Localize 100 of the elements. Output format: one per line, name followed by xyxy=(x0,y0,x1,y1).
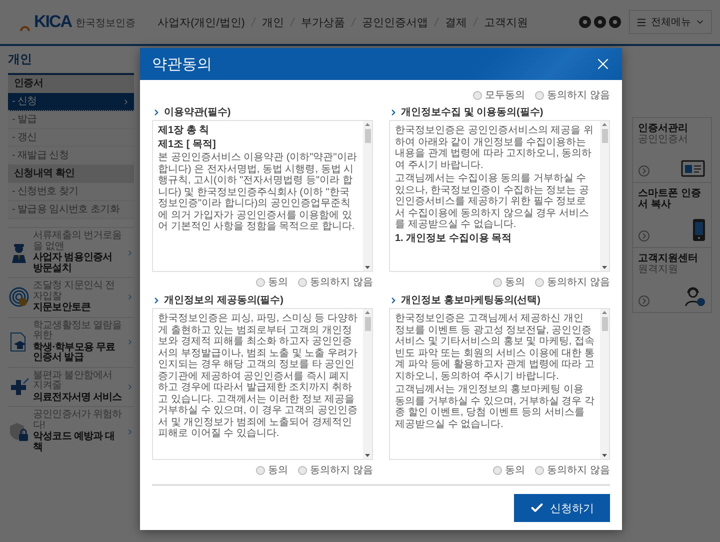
terms-text-box[interactable] xyxy=(389,120,610,272)
check-icon xyxy=(530,501,544,515)
section-title: 개인정보 홍보마케팅동의(선택) xyxy=(401,294,540,307)
quick-link-title: 스마트폰 인증서 복사 xyxy=(638,188,702,210)
promo-caption: 조달청 지문인식 전자입찰 xyxy=(33,281,116,302)
section-title: 이용약관(필수) xyxy=(164,106,231,119)
fingerprint-icon xyxy=(8,286,30,308)
scrollbar[interactable] xyxy=(600,309,609,459)
nav-link[interactable]: 고객지원 xyxy=(484,14,528,30)
promo-banner[interactable]: 불편과 불안함에서 지켜줄 의료전자서명 서비스 xyxy=(8,366,134,406)
all-menu-button[interactable]: 전체메뉴 xyxy=(629,10,712,34)
section-title: 개인정보의 제공동의(필수) xyxy=(164,294,284,307)
scrollbar-thumb[interactable] xyxy=(364,317,370,331)
scroll-up-icon[interactable] xyxy=(365,123,370,126)
sidebar-menu-item[interactable]: - 신청 xyxy=(8,93,134,111)
scroll-up-icon[interactable] xyxy=(602,123,607,126)
nav-link[interactable]: 사업자(개인/법인) xyxy=(158,14,245,30)
promo-banner[interactable]: 공인인증서가 위험하다! 악성코드 예방과 대책 xyxy=(8,406,134,456)
quick-link-card[interactable]: 스마트폰 인증서 복사 xyxy=(632,182,712,248)
scroll-down-icon[interactable] xyxy=(365,266,370,269)
chevron-right-icon xyxy=(152,108,161,116)
terms-paragraph: 본 공인인증서비스 이용약관 (이하"약관"이라 합니다) 은 전자서명법, 동법 시행령, 동법 시행규칙, 고시(이하 "전자서명법령 등"이라 합니다) 및 한국정보인증주식회사 (이하 "한국정보인증"이라 합니다)의 공인인증업무준칙에 의거 가입자가 공인인증서를 이용함에 있어 기본적인 사항을 정함을 목적으로 합니다. xyxy=(158,152,358,232)
radio-button[interactable] xyxy=(535,90,544,100)
promo-title: 사업자 범용인증서 방문설치 xyxy=(33,253,114,274)
medical-cross-icon xyxy=(8,376,30,398)
promo-banner[interactable]: 조달청 지문인식 전자입찰 지문보안토큰 xyxy=(8,277,134,316)
quick-link-subtitle: 원격지원 xyxy=(638,264,679,275)
terms-paragraph: 고객님께서는 개인정보의 홍보마케팅 이용 동의를 거부하실 수 있으며, 거부하실 경우 각종 할인 이벤트, 당첨 이벤트 등의 서비스를 제공받으실 수 없습니다. xyxy=(395,384,595,430)
scrollbar[interactable] xyxy=(363,309,372,459)
scrollbar-thumb[interactable] xyxy=(602,317,608,331)
nav-link[interactable]: 공인인증서앱 xyxy=(362,14,428,30)
radio-button[interactable] xyxy=(298,278,308,286)
radio-option[interactable]: 모두동의 xyxy=(473,88,526,102)
logo-name: 한국정보인증 xyxy=(76,17,136,31)
scroll-up-icon[interactable] xyxy=(602,311,607,314)
promo-caption: 서류제출의 번거로움을 없앤 xyxy=(33,231,123,252)
quick-link-subtitle: 공인인증서 xyxy=(638,134,689,145)
radio-option[interactable]: 동의하지 않음 xyxy=(298,463,373,477)
radio-option[interactable]: 동의 xyxy=(493,463,526,477)
nav-link[interactable]: 결제 xyxy=(444,14,467,30)
smartphone-icon xyxy=(692,218,706,242)
radio-option[interactable]: 동의 xyxy=(256,463,288,477)
radio-option[interactable]: 동의하지 않음 xyxy=(535,463,610,477)
scrollbar[interactable] xyxy=(600,121,609,271)
chevron-right-icon xyxy=(389,108,398,116)
promo-banner[interactable]: 서류제출의 번거로움을 없앤 사업자 범용인증서 방문설치 xyxy=(8,227,134,277)
chevron-right-icon xyxy=(126,338,134,346)
social-icon[interactable] xyxy=(609,16,621,28)
radio-button[interactable] xyxy=(473,90,482,100)
terms-paragraph: 한국정보인증은 고객님께서 제공하신 개인 정보를 이벤트 등 광고성 정보전달, 공인인증서비스 및 기타서비스의 홍보 및 마케팅, 접속빈도 파악 또는 회원의 서비스 이용에 대한 통계 파악 등에 활용하고자 관계 법령에 따라 고지하오니, 동의하여 주시기 바랍니다. xyxy=(395,313,595,382)
promo-banner[interactable]: 학교생활정보 열람을 위한 학생·학부모용 무료인증서 발급 xyxy=(8,316,134,366)
section-title: 개인정보수집 및 이용동의(필수) xyxy=(401,106,544,119)
quick-link-card[interactable]: 고객지원센터 원격지원 xyxy=(632,247,712,313)
radio-option[interactable]: 동의하지 않음 xyxy=(535,275,610,289)
radio-button[interactable] xyxy=(298,466,308,474)
circle-chevron-icon xyxy=(638,230,650,242)
radio-option[interactable]: 동의 xyxy=(256,275,288,289)
quick-link-title: 인증서관리 xyxy=(638,123,689,134)
radio-button[interactable] xyxy=(535,466,544,474)
circle-chevron-icon xyxy=(638,295,650,307)
nav-link[interactable]: 개인 xyxy=(262,14,284,30)
chevron-right-icon xyxy=(389,296,398,304)
scrollbar-thumb[interactable] xyxy=(364,129,370,143)
scroll-down-icon[interactable] xyxy=(602,454,607,457)
scroll-up-icon[interactable] xyxy=(365,311,370,314)
terms-paragraph: 고객님께서는 수집이용 동의를 거부하실 수 있으나, 한국정보인증이 수집하는 정보는 공인인증서비스를 제공하기 위한 필수 정보로서 수집이용에 동의하지 않으실 경우 서비스를 제공받으실 수 없습니다. xyxy=(395,173,590,230)
dialog-title: 약관동의 xyxy=(152,54,212,74)
social-icon[interactable] xyxy=(594,16,606,28)
promo-title: 지문보안토큰 xyxy=(33,303,92,314)
promo-title: 학생·학부모용 무료인증서 발급 xyxy=(33,342,116,364)
sidebar-menu-item[interactable]: 신청내역 확인 xyxy=(8,165,134,183)
chevron-right-icon xyxy=(126,382,134,391)
quick-link-card[interactable]: 인증서관리 공인인증서 xyxy=(632,117,712,183)
nav-link[interactable]: 부가상품 xyxy=(300,14,345,30)
scroll-down-icon[interactable] xyxy=(365,454,370,457)
radio-button[interactable] xyxy=(535,278,544,286)
chevron-right-icon xyxy=(152,296,161,304)
terms-text-box[interactable] xyxy=(389,308,610,460)
radio-option[interactable]: 동의하지 않음 xyxy=(298,275,373,289)
scrollbar[interactable] xyxy=(363,121,372,271)
terms-text-box[interactable]: 제1장 총 칙 제1조 [ 목적] 본 공인인증서비스 이용약관 (이하"약관"이라 합니다) 은 전자서명법, 동법 시행령, 동법 시행규칙, 고시(이하 "전자서명법령 등"이라 합니다) 및 한국정보인증주식회사 (이하 "한국정보인증"이라 합니다)의 공인인증업무준칙에 의거 가입자가 공인인증서를 이용함에 있어 기본적인 사항을 정함을 목적으로 합니다. xyxy=(152,120,373,272)
social-icon[interactable] xyxy=(579,16,591,28)
radio-option[interactable]: 동의 xyxy=(493,275,526,289)
terms-text-box[interactable] xyxy=(152,308,373,460)
radio-button[interactable] xyxy=(493,466,502,474)
circle-chevron-icon xyxy=(638,165,650,177)
scrollbar-thumb[interactable] xyxy=(602,129,608,143)
radio-button[interactable] xyxy=(256,278,266,286)
promo-title: 의료전자서명 서비스 xyxy=(33,392,123,403)
radio-button[interactable] xyxy=(493,278,502,286)
apply-button[interactable]: 신청하기 xyxy=(514,494,610,522)
quick-link-title: 고객지원센터 xyxy=(638,253,699,264)
radio-button[interactable] xyxy=(256,466,266,474)
radio-option[interactable]: 동의하지 않음 xyxy=(535,88,610,102)
chevron-right-icon xyxy=(126,248,134,256)
sidebar-menu-item[interactable]: 인증서 xyxy=(8,75,134,93)
terms-paragraph: 한국정보인증은 공인인증서비스의 제공을 위하여 아래와 같이 개인정보를 수집이용하는 내용을 관계 법령에 따라 고지하오니, 동의하여 주시기 바랍니다. xyxy=(395,125,594,171)
scroll-down-icon[interactable] xyxy=(602,266,607,269)
promo-caption: 학교생활정보 열람을 위한 xyxy=(33,320,123,342)
chevron-right-icon xyxy=(122,98,130,106)
